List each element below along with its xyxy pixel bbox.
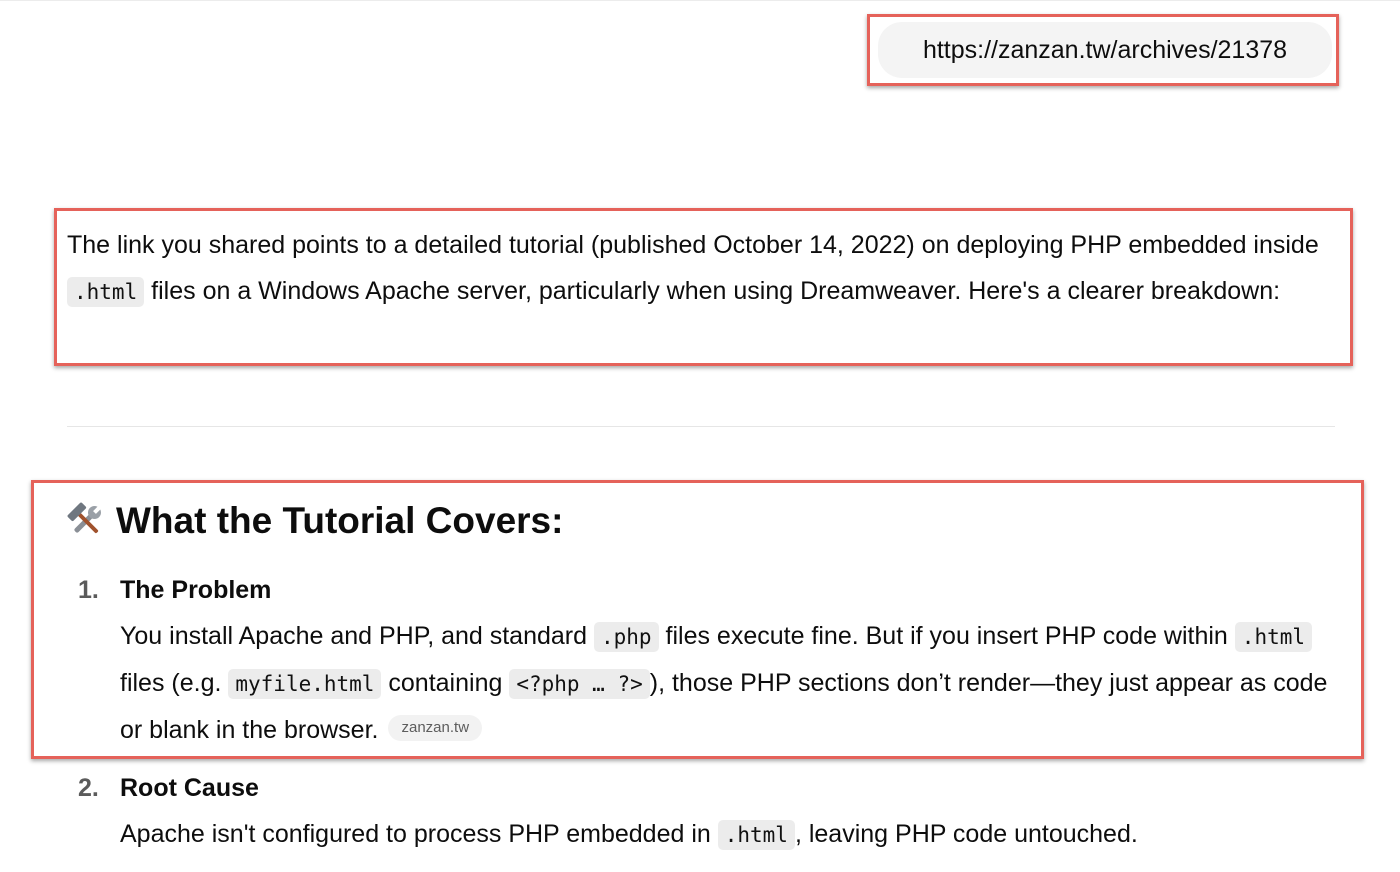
chat-page: https://zanzan.tw/archives/21378 The lin… — [0, 0, 1400, 872]
top-divider — [0, 0, 1400, 1]
intro-text-1: The link you shared points to a detailed… — [67, 231, 1319, 259]
hammer-and-wrench-icon — [66, 501, 106, 541]
user-message-bubble: https://zanzan.tw/archives/21378 — [878, 22, 1332, 78]
user-message-text[interactable]: https://zanzan.tw/archives/21378 — [923, 36, 1287, 65]
inline-code-filename: myfile.html — [228, 669, 382, 699]
intro-text-2: files on a Windows Apache server, partic… — [144, 277, 1281, 305]
body-text: Apache isn't configured to process PHP e… — [120, 820, 718, 848]
section-divider — [67, 426, 1335, 427]
assistant-intro-paragraph: The link you shared points to a detailed… — [67, 222, 1342, 315]
body-text: files (e.g. — [120, 669, 229, 697]
section-heading-text: What the Tutorial Covers: — [116, 500, 564, 541]
list-item-body: You install Apache and PHP, and standard… — [120, 613, 1340, 753]
list-item-body: Apache isn't configured to process PHP e… — [120, 811, 1340, 858]
list-item-title: The Problem — [120, 576, 272, 604]
inline-code-php-tag: <?php … ?> — [509, 669, 650, 699]
citation-pill[interactable]: zanzan.tw — [388, 715, 483, 742]
body-text: files execute fine. But if you insert PH… — [658, 622, 1235, 650]
list-item-number: 2. — [78, 774, 99, 802]
list-item-title: Root Cause — [120, 774, 259, 802]
inline-code-html: .html — [1234, 622, 1313, 652]
section-heading: What the Tutorial Covers: — [66, 496, 563, 546]
body-text: containing — [381, 669, 510, 697]
inline-code-html: .html — [717, 820, 795, 850]
body-text: You install Apache and PHP, and standard — [120, 622, 594, 650]
inline-code-html: .html — [67, 277, 145, 307]
body-text: , leaving PHP code untouched. — [794, 820, 1138, 848]
list-item-number: 1. — [78, 576, 99, 604]
inline-code-php: .php — [593, 622, 659, 652]
